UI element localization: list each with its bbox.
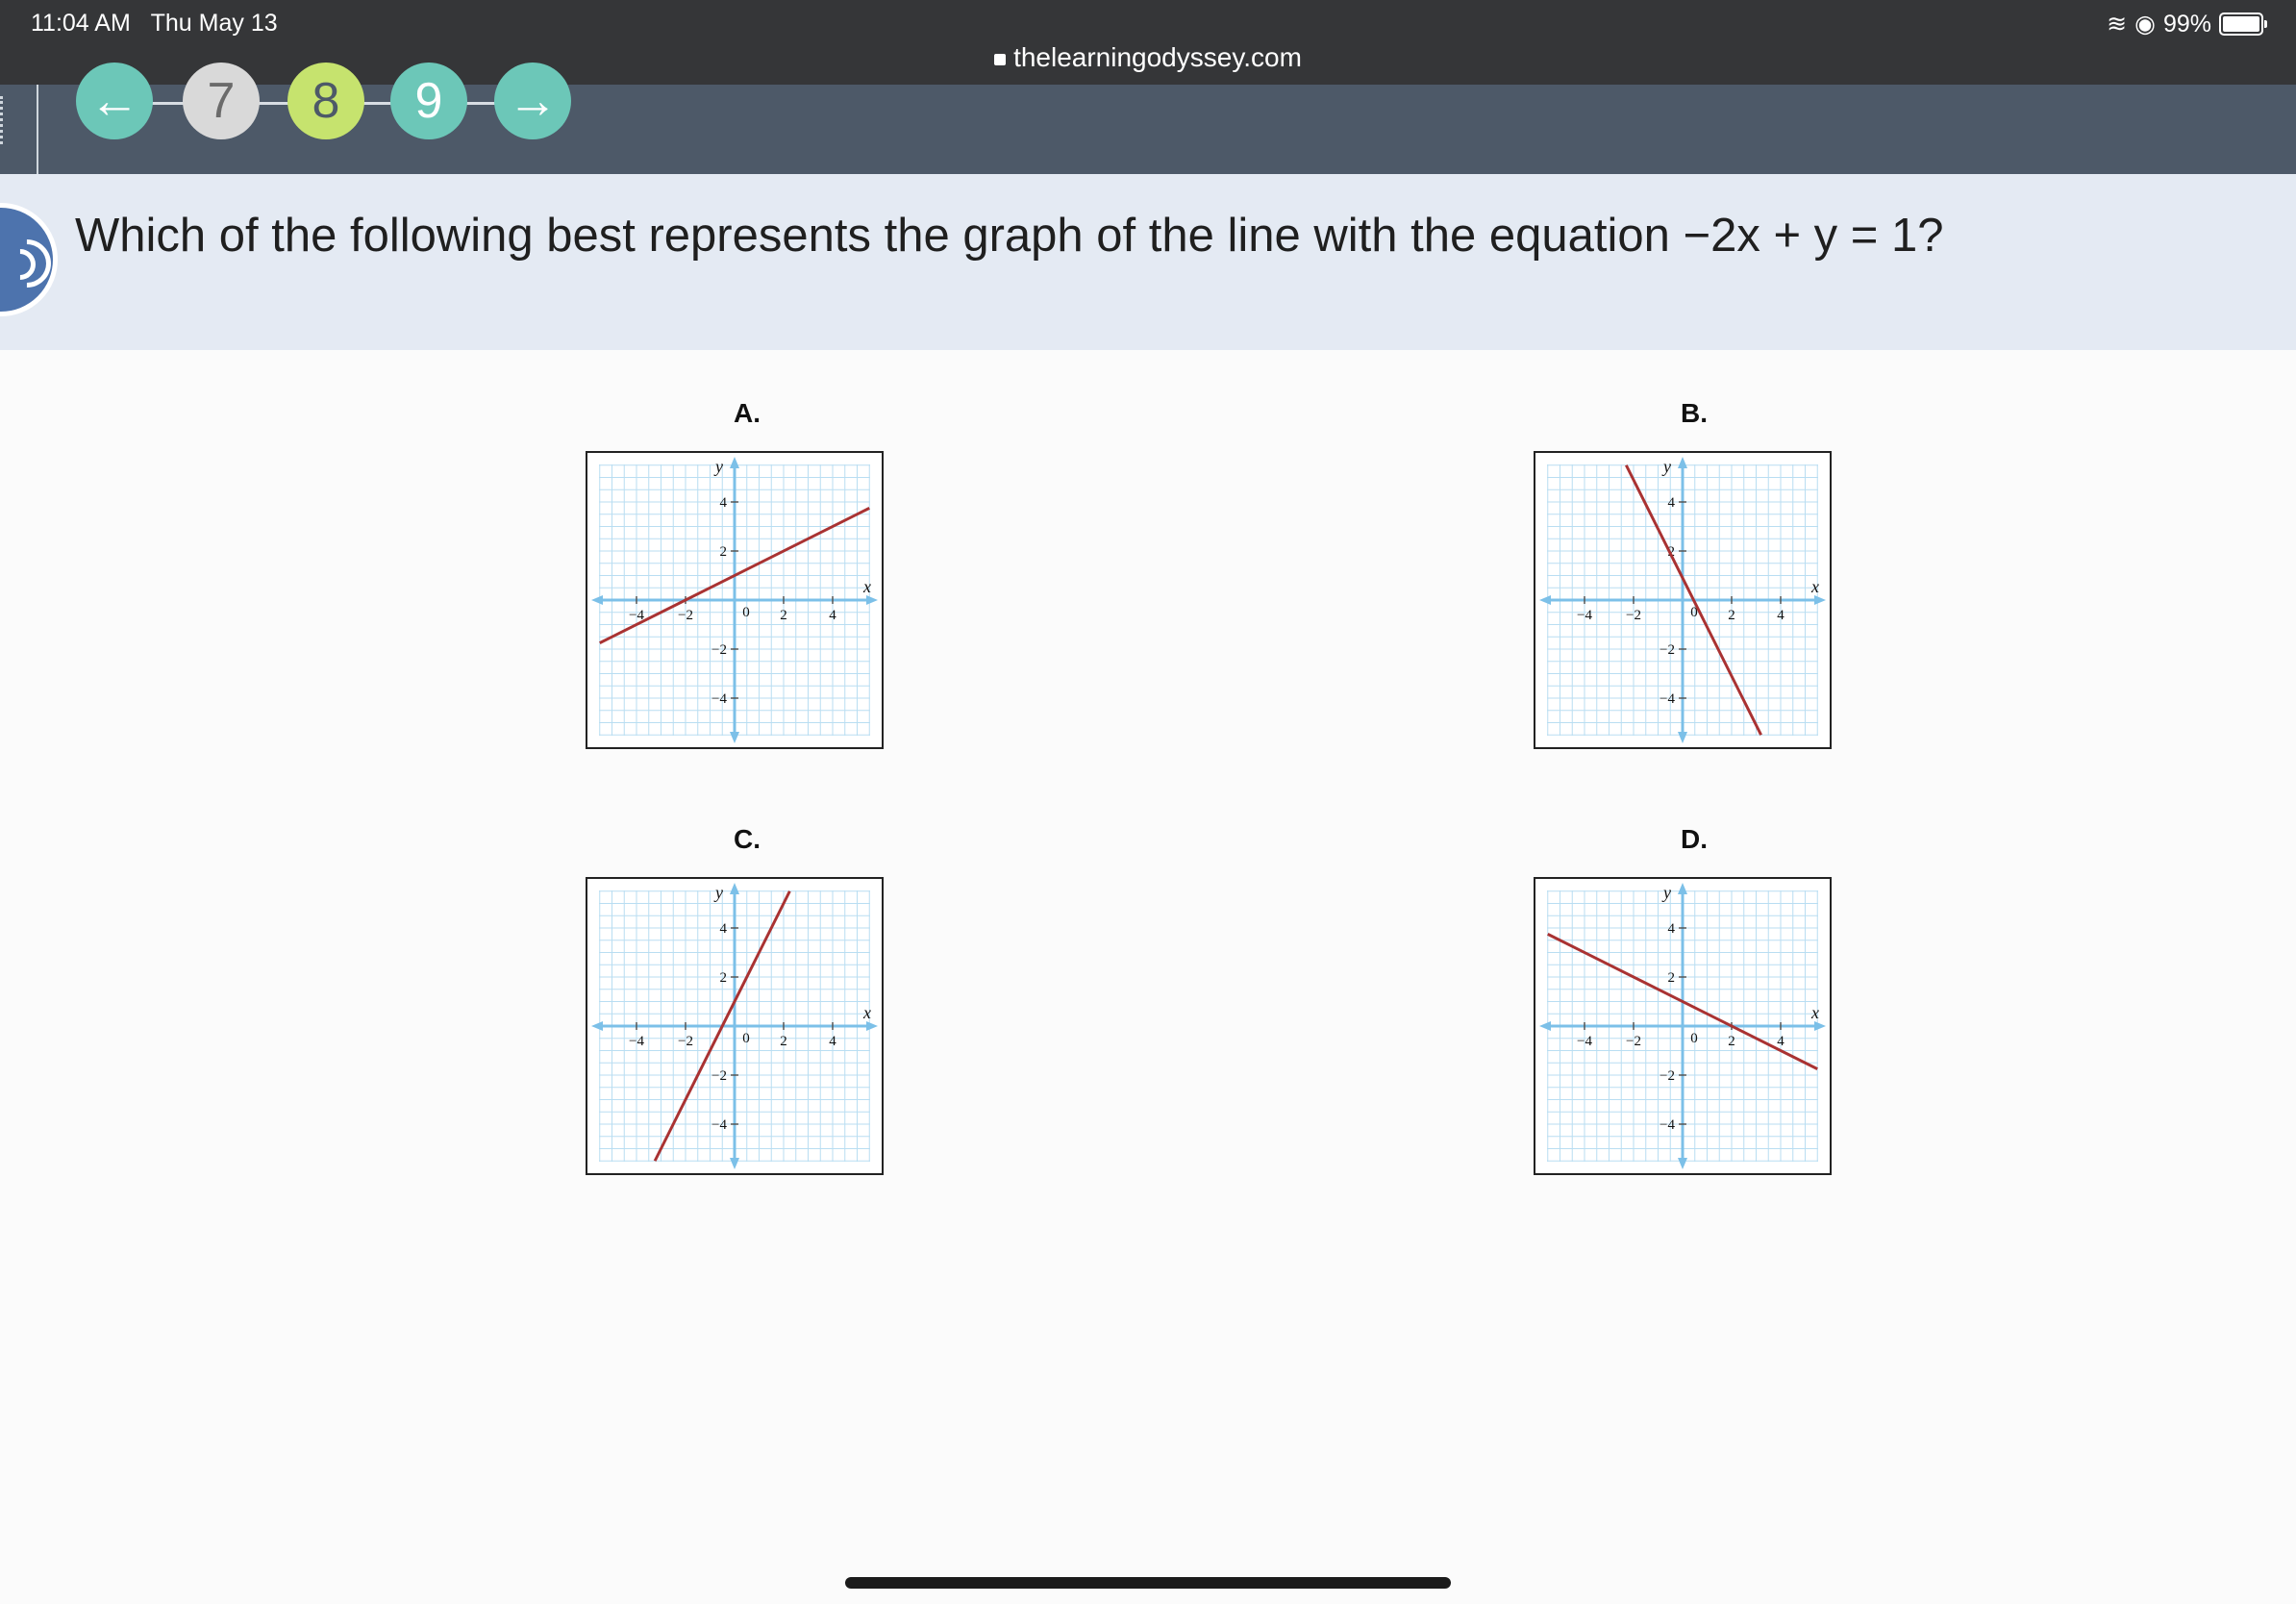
lock-icon: [994, 54, 1007, 65]
x-tick-label: −4: [629, 1034, 644, 1049]
y-tick-label: 2: [1668, 970, 1676, 986]
choice-d-graph[interactable]: −4 −4 −2 −2 2 2 4 4 0 x y: [1534, 877, 1832, 1175]
y-axis-label: y: [1661, 457, 1671, 476]
previous-arrow-button[interactable]: ←: [76, 63, 153, 139]
question-text: Which of the following best represents t…: [75, 210, 1944, 262]
question-area: Which of the following best represents t…: [0, 174, 2296, 350]
clock-time: 11:04 AM: [31, 10, 131, 37]
y-tick-label: 2: [720, 544, 728, 560]
y-tick-label: −4: [711, 691, 727, 707]
x-tick-label: 4: [1777, 1034, 1784, 1049]
step-8-button[interactable]: 8: [287, 63, 364, 139]
y-tick-label: 4: [720, 921, 728, 937]
y-tick-label: 2: [720, 970, 728, 986]
x-axis-label: x: [862, 577, 871, 596]
x-axis-label: x: [1810, 1003, 1819, 1022]
x-tick-label: 2: [780, 608, 787, 623]
x-tick-label: 4: [829, 1034, 836, 1049]
y-tick-label: −2: [1660, 642, 1675, 658]
x-tick-label: −2: [678, 1034, 693, 1049]
choice-c-label[interactable]: C.: [718, 824, 776, 855]
y-tick-label: −4: [1660, 691, 1675, 707]
y-tick-label: 4: [720, 495, 728, 511]
x-tick-label: 2: [1728, 1034, 1735, 1049]
y-axis-label: y: [1661, 883, 1671, 902]
battery-percent: 99%: [2162, 10, 2211, 38]
rotation-lock-icon: ◉: [2134, 11, 2156, 38]
menu-icon[interactable]: [0, 96, 8, 144]
origin-label: 0: [742, 605, 750, 620]
y-axis-label: y: [713, 457, 723, 476]
sound-wave-outer-icon: [0, 229, 62, 298]
home-indicator[interactable]: [845, 1577, 1451, 1589]
next-arrow-button[interactable]: →: [494, 63, 571, 139]
choice-a-label[interactable]: A.: [718, 398, 776, 429]
x-tick-label: 4: [1777, 608, 1784, 623]
choice-c-graph[interactable]: −4 −4 −2 −2 2 2 4 4 0 x y: [586, 877, 884, 1175]
audio-speaker-button[interactable]: [0, 203, 62, 316]
status-time: 11:04 AM Thu May 13: [31, 10, 278, 38]
y-tick-label: −2: [711, 642, 727, 658]
x-tick-label: −4: [1577, 608, 1592, 623]
clock-date: Thu May 13: [150, 10, 278, 37]
x-tick-label: 2: [1728, 608, 1735, 623]
lesson-navbar: ← 7 8 9 →: [0, 63, 2296, 174]
choice-b-label[interactable]: B.: [1665, 398, 1723, 429]
y-tick-label: 4: [1668, 495, 1676, 511]
y-tick-label: 4: [1668, 921, 1676, 937]
choice-b-graph[interactable]: −4−4−2−222440xy: [1534, 451, 1832, 749]
x-tick-label: −2: [1626, 608, 1641, 623]
y-tick-label: −4: [1660, 1117, 1675, 1133]
url-text: thelearningodyssey.com: [1013, 42, 1302, 72]
choice-a-graph[interactable]: −4−4−2−222440xy: [586, 451, 884, 749]
step-7-button[interactable]: 7: [183, 63, 260, 139]
step-9-button[interactable]: 9: [390, 63, 467, 139]
wifi-icon: ≋: [2107, 11, 2128, 38]
y-tick-label: −2: [711, 1068, 727, 1084]
origin-label: 0: [742, 1031, 750, 1046]
origin-label: 0: [1690, 1031, 1698, 1046]
choice-d-label[interactable]: D.: [1665, 824, 1723, 855]
y-tick-label: −2: [1660, 1068, 1675, 1084]
x-axis-label: x: [862, 1003, 871, 1022]
y-axis-label: y: [713, 883, 723, 902]
x-tick-label: 2: [780, 1034, 787, 1049]
x-axis-label: x: [1810, 577, 1819, 596]
x-tick-label: −2: [1626, 1034, 1641, 1049]
status-right: ≋ ◉ 99%: [2107, 10, 2267, 38]
x-tick-label: −2: [678, 608, 693, 623]
y-tick-label: −4: [711, 1117, 727, 1133]
battery-icon: [2219, 13, 2267, 36]
x-tick-label: −4: [1577, 1034, 1592, 1049]
nav-divider: [37, 85, 38, 174]
x-tick-label: 4: [829, 608, 836, 623]
